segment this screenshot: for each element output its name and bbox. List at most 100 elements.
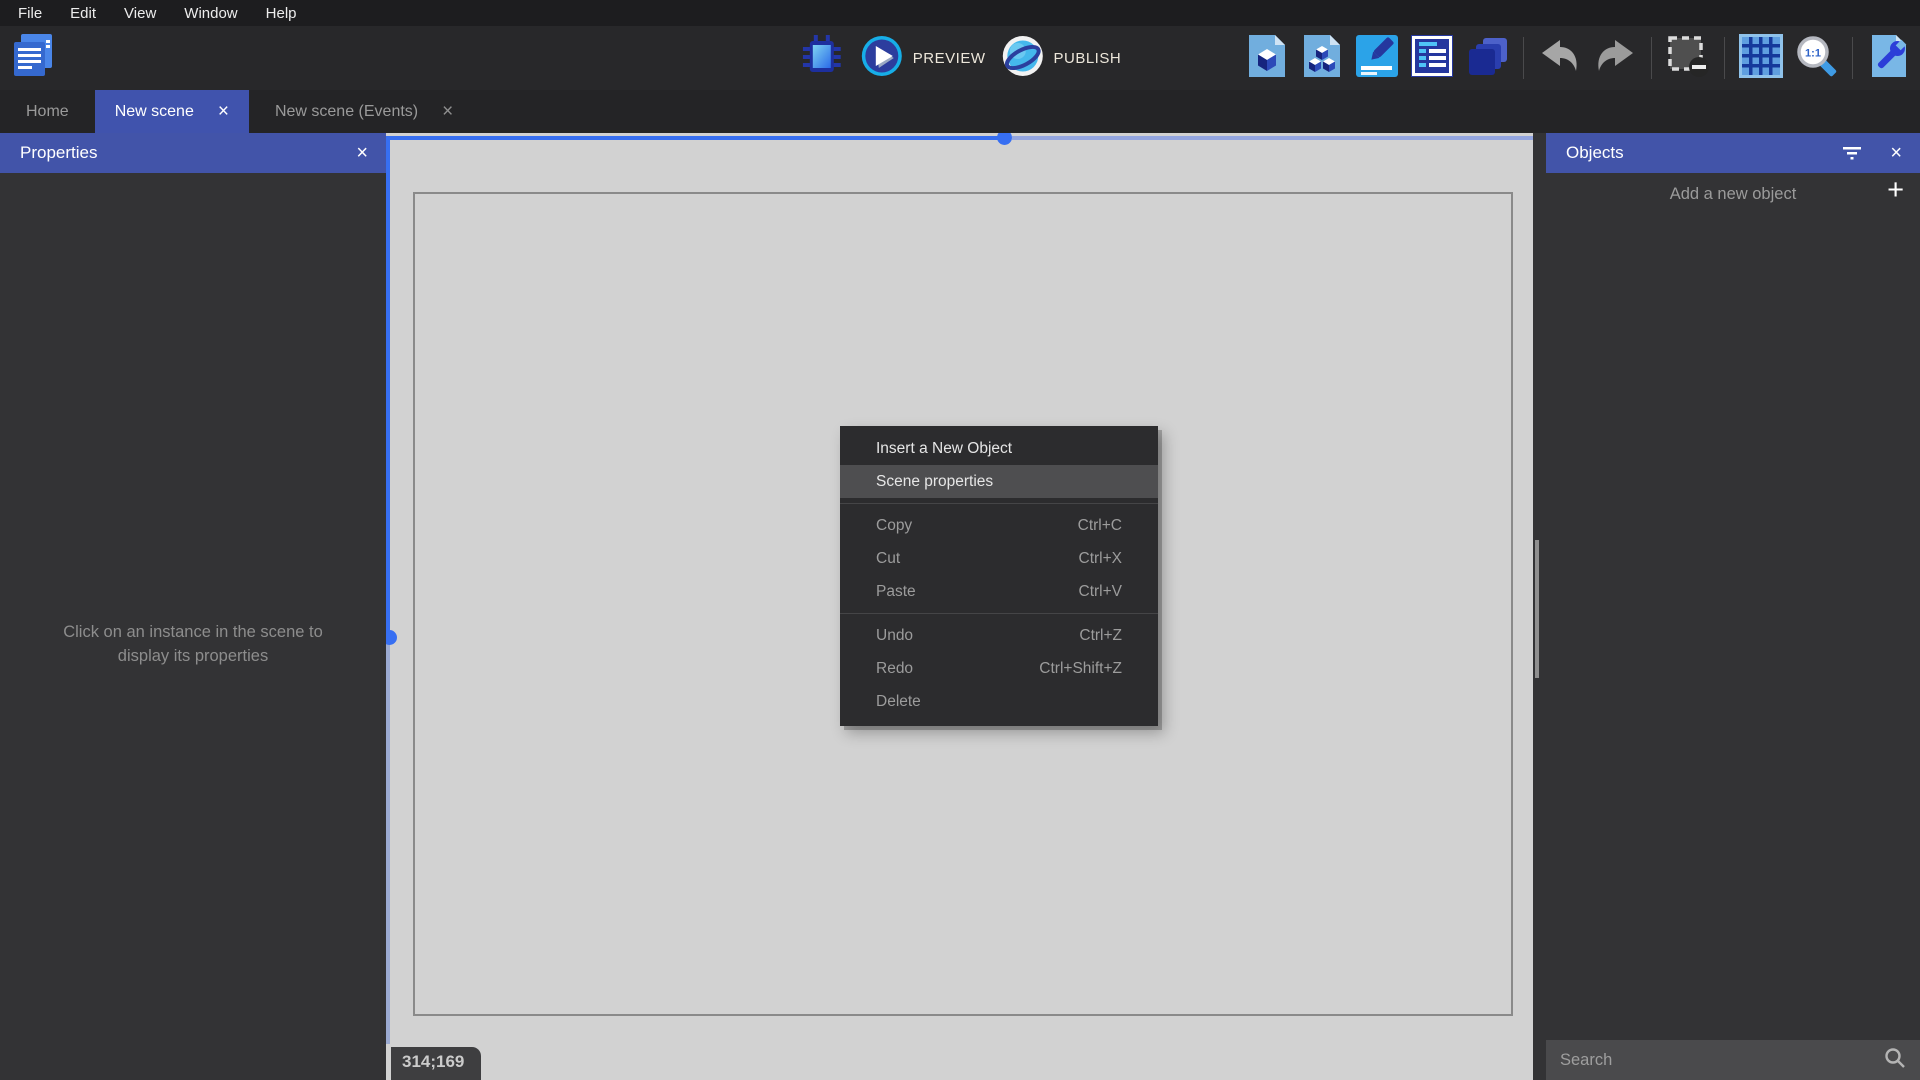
menu-item-shortcut: Ctrl+Z [1079, 627, 1122, 645]
canvas-context-menu: Insert a New Object Scene properties Cop… [840, 426, 1158, 726]
panel-resize-gutter[interactable] [1533, 133, 1546, 1080]
properties-panel: Properties × Click on an instance in the… [0, 133, 386, 1080]
tab-new-scene-label: New scene [115, 103, 194, 121]
tab-new-scene[interactable]: New scene × [95, 90, 249, 133]
canvas-h-scrollbar[interactable] [1012, 136, 1533, 140]
tab-close-icon[interactable]: × [218, 102, 229, 121]
objects-panel-title: Objects [1566, 143, 1624, 163]
toggle-grid-button[interactable] [1738, 33, 1784, 83]
publish-globe-icon [1001, 35, 1043, 81]
properties-empty-message: Click on an instance in the scene to dis… [0, 621, 386, 669]
toolbar-divider [1724, 37, 1725, 79]
zoom-original-button[interactable]: 1:1 [1793, 33, 1839, 83]
tab-new-scene-events[interactable]: New scene (Events) × [249, 90, 479, 133]
context-menu-item-delete[interactable]: Delete [840, 685, 1158, 718]
menu-help[interactable]: Help [252, 5, 311, 22]
menu-item-label: Copy [876, 517, 912, 535]
context-menu-item-cut[interactable]: Cut Ctrl+X [840, 542, 1158, 575]
canvas-v-scrollbar[interactable] [386, 136, 390, 637]
close-icon[interactable]: × [356, 142, 368, 165]
preview-label: PREVIEW [913, 50, 986, 67]
context-menu-item-undo[interactable]: Undo Ctrl+Z [840, 619, 1158, 652]
publish-label: PUBLISH [1053, 50, 1121, 67]
filter-icon[interactable] [1842, 145, 1862, 161]
menu-item-label: Delete [876, 693, 921, 711]
properties-panel-body: Click on an instance in the scene to dis… [0, 173, 386, 1080]
menu-view[interactable]: View [110, 5, 170, 22]
zoom-1-1-icon: 1:1 [1794, 34, 1838, 83]
tab-home[interactable]: Home [0, 90, 95, 133]
add-object-row[interactable]: Add a new object + [1546, 173, 1920, 215]
tab-close-icon[interactable]: × [442, 102, 453, 121]
undo-arrow-icon [1538, 37, 1582, 80]
add-object-label: Add a new object [1670, 185, 1797, 204]
canvas-v-scroll-handle[interactable] [386, 630, 397, 645]
tab-new-scene-events-label: New scene (Events) [275, 103, 418, 121]
layers-editor-button[interactable] [1464, 33, 1510, 83]
menu-item-label: Paste [876, 583, 916, 601]
redo-arrow-icon [1593, 37, 1637, 80]
undo-button[interactable] [1537, 33, 1583, 83]
objects-editor-button[interactable] [1244, 33, 1290, 83]
search-icon [1884, 1047, 1906, 1074]
menu-item-shortcut: Ctrl+X [1079, 550, 1123, 568]
redo-button[interactable] [1592, 33, 1638, 83]
canvas-h-scroll-handle[interactable] [997, 133, 1012, 145]
gutter-scrollbar-thumb[interactable] [1535, 540, 1539, 678]
wrench-page-icon [1867, 33, 1911, 84]
objects-editor-icon [1245, 33, 1289, 84]
menu-edit[interactable]: Edit [56, 5, 110, 22]
cursor-coordinates-badge: 314;169 [391, 1047, 481, 1080]
context-menu-item-redo[interactable]: Redo Ctrl+Shift+Z [840, 652, 1158, 685]
clear-selection-button[interactable] [1665, 33, 1711, 83]
project-manager-icon [10, 33, 56, 84]
menu-item-label: Cut [876, 550, 900, 568]
menu-item-shortcut: Ctrl+C [1078, 517, 1122, 535]
context-menu-separator [840, 613, 1158, 614]
menu-item-label: Scene properties [876, 473, 993, 491]
objects-list-empty-area [1546, 215, 1920, 1040]
bug-icon [803, 34, 841, 83]
grid-icon [1739, 34, 1783, 83]
edit-pencil-icon [1355, 34, 1399, 83]
instances-list-button[interactable] [1409, 33, 1455, 83]
search-input[interactable] [1560, 1051, 1876, 1070]
main-toolbar: PREVIEW PUBLISH [0, 26, 1920, 90]
close-icon[interactable]: × [1890, 142, 1902, 165]
objects-panel-header: Objects × [1546, 133, 1920, 173]
object-groups-editor-button[interactable] [1299, 33, 1345, 83]
canvas-v-scrollbar[interactable] [386, 644, 390, 1044]
debug-button[interactable] [799, 33, 845, 83]
layers-icon [1465, 34, 1509, 83]
scene-properties-button[interactable] [1354, 33, 1400, 83]
menu-item-label: Insert a New Object [876, 440, 1012, 458]
publish-button[interactable]: PUBLISH [1001, 35, 1121, 81]
open-settings-button[interactable] [1866, 33, 1912, 83]
canvas-h-scrollbar[interactable] [388, 136, 1004, 140]
scene-canvas[interactable]: Insert a New Object Scene properties Cop… [386, 133, 1546, 1080]
menu-item-label: Redo [876, 660, 913, 678]
toolbar-divider [1523, 37, 1524, 79]
context-menu-item-insert-object[interactable]: Insert a New Object [840, 432, 1158, 465]
menu-file[interactable]: File [4, 5, 56, 22]
menu-bar: File Edit View Window Help [0, 0, 1920, 26]
context-menu-separator [840, 503, 1158, 504]
preview-play-icon [861, 35, 903, 81]
menu-window[interactable]: Window [170, 5, 251, 22]
context-menu-item-paste[interactable]: Paste Ctrl+V [840, 575, 1158, 608]
project-manager-button[interactable] [8, 33, 58, 83]
menu-item-label: Undo [876, 627, 913, 645]
properties-panel-title: Properties [20, 143, 97, 163]
preview-button[interactable]: PREVIEW [861, 35, 986, 81]
gdevelop-window: File Edit View Window Help [0, 0, 1920, 1080]
objects-panel: Objects × Add a new object + [1546, 133, 1920, 1080]
properties-panel-header: Properties × [0, 133, 386, 173]
context-menu-item-copy[interactable]: Copy Ctrl+C [840, 509, 1158, 542]
menu-item-shortcut: Ctrl+Shift+Z [1039, 660, 1122, 678]
plus-icon[interactable]: + [1887, 174, 1904, 207]
deselect-icon [1666, 34, 1710, 83]
menu-item-shortcut: Ctrl+V [1079, 583, 1123, 601]
object-groups-icon [1300, 33, 1344, 84]
instances-list-icon [1410, 34, 1454, 83]
context-menu-item-scene-properties[interactable]: Scene properties [840, 465, 1158, 498]
